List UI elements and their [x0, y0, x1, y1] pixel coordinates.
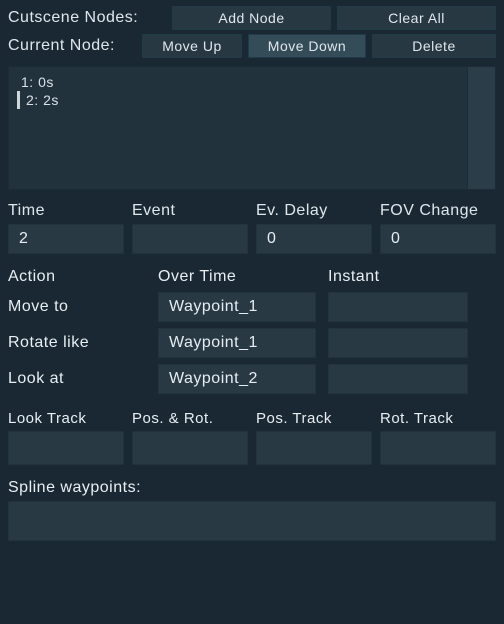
action-header: Action: [8, 268, 158, 286]
node-list[interactable]: 1: 0s 2: 2s: [8, 66, 496, 190]
move-down-button[interactable]: Move Down: [248, 34, 366, 58]
event-label: Event: [132, 202, 248, 220]
look-at-instant-input[interactable]: [328, 364, 468, 394]
action-look-at-label: Look at: [8, 370, 158, 388]
spline-waypoints-input[interactable]: [8, 501, 496, 541]
time-label: Time: [8, 202, 124, 220]
delete-button[interactable]: Delete: [372, 34, 496, 58]
fov-change-input[interactable]: 0: [380, 224, 496, 254]
look-track-input[interactable]: [8, 431, 124, 465]
scrollbar[interactable]: [467, 67, 495, 189]
action-move-to-label: Move to: [8, 298, 158, 316]
ev-delay-input[interactable]: 0: [256, 224, 372, 254]
clear-all-button[interactable]: Clear All: [337, 6, 496, 30]
time-input[interactable]: 2: [8, 224, 124, 254]
action-rotate-like-label: Rotate like: [8, 334, 158, 352]
node-list-item[interactable]: 2: 2s: [17, 91, 487, 109]
node-list-item[interactable]: 1: 0s: [17, 73, 487, 91]
rot-track-label: Rot. Track: [380, 410, 496, 427]
ev-delay-label: Ev. Delay: [256, 202, 372, 220]
move-to-over-time-input[interactable]: Waypoint_1: [158, 292, 316, 322]
rot-track-input[interactable]: [380, 431, 496, 465]
pos-rot-input[interactable]: [132, 431, 248, 465]
look-at-over-time-input[interactable]: Waypoint_2: [158, 364, 316, 394]
add-node-button[interactable]: Add Node: [172, 6, 331, 30]
cutscene-editor-panel: Cutscene Nodes: Add Node Clear All Curre…: [0, 0, 504, 547]
move-to-instant-input[interactable]: [328, 292, 468, 322]
pos-track-label: Pos. Track: [256, 410, 372, 427]
pos-rot-label: Pos. & Rot.: [132, 410, 248, 427]
move-up-button[interactable]: Move Up: [142, 34, 242, 58]
rotate-like-instant-input[interactable]: [328, 328, 468, 358]
pos-track-input[interactable]: [256, 431, 372, 465]
over-time-header: Over Time: [158, 268, 328, 286]
current-node-label: Current Node:: [8, 37, 136, 55]
rotate-like-over-time-input[interactable]: Waypoint_1: [158, 328, 316, 358]
fov-change-label: FOV Change: [380, 202, 496, 220]
instant-header: Instant: [328, 268, 496, 286]
spline-waypoints-label: Spline waypoints:: [8, 479, 496, 497]
look-track-label: Look Track: [8, 410, 124, 427]
event-input[interactable]: [132, 224, 248, 254]
cutscene-nodes-label: Cutscene Nodes:: [8, 9, 166, 27]
